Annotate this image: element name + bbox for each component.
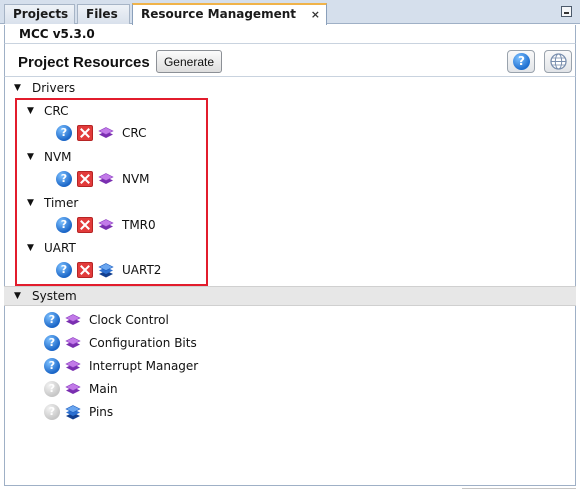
layers-icon: [65, 383, 81, 394]
help-button[interactable]: ?: [507, 50, 535, 73]
blue-layers-icon: [65, 405, 81, 420]
tree-item-label: Clock Control: [89, 313, 169, 327]
tree-item-label: UART2: [122, 263, 162, 277]
layers-icon: [98, 127, 114, 138]
tree-node-label: System: [32, 289, 77, 303]
help-disabled-icon: ?: [44, 404, 60, 420]
tree-item-label: CRC: [122, 126, 147, 140]
tab-projects[interactable]: Projects: [4, 4, 75, 24]
header: Project Resources Generate ?: [4, 44, 576, 76]
divider: [462, 488, 576, 489]
mcc-version: MCC v5.3.0: [4, 25, 576, 44]
tree-node-label: Timer: [44, 196, 79, 210]
tab-files[interactable]: Files: [77, 4, 130, 24]
tab-resource-management[interactable]: Resource Management [MCC] ×: [132, 3, 327, 40]
expand-caret-icon[interactable]: ▼: [27, 238, 37, 258]
expand-caret-icon[interactable]: ▼: [27, 147, 37, 167]
tab-bar: Projects Files Resource Management [MCC]…: [0, 0, 580, 40]
globe-icon: [550, 53, 567, 70]
tree-item-pins[interactable]: ? Pins: [44, 402, 214, 422]
generate-button[interactable]: Generate: [156, 50, 222, 73]
system-section-bar[interactable]: [4, 286, 576, 306]
layers-icon: [65, 337, 81, 348]
remove-icon[interactable]: [77, 262, 93, 278]
expand-caret-icon[interactable]: ▼: [27, 101, 37, 121]
tree-item-clock-control[interactable]: ? Clock Control: [44, 310, 214, 330]
help-disabled-icon: ?: [44, 381, 60, 397]
tree-item-label: Interrupt Manager: [89, 359, 199, 373]
layers-icon: [65, 360, 81, 371]
minimize-window-icon[interactable]: [561, 6, 572, 17]
tree-item-label: NVM: [122, 172, 150, 186]
tree-node-label: UART: [44, 241, 76, 255]
layers-icon: [98, 173, 114, 184]
tree-item-label: Configuration Bits: [89, 336, 197, 350]
remove-icon[interactable]: [77, 171, 93, 187]
tree-item-configuration-bits[interactable]: ? Configuration Bits: [44, 333, 214, 353]
tree-item-label: Pins: [89, 405, 114, 419]
remove-icon[interactable]: [77, 125, 93, 141]
layers-icon: [98, 219, 114, 230]
tree-item-label: Main: [89, 382, 118, 396]
help-icon[interactable]: ?: [56, 262, 72, 278]
help-icon[interactable]: ?: [44, 312, 60, 328]
help-icon: ?: [513, 53, 530, 70]
tree-item-main[interactable]: ? Main: [44, 379, 214, 399]
help-icon[interactable]: ?: [56, 171, 72, 187]
tree-item-label: TMR0: [122, 218, 156, 232]
tree-node-label: Drivers: [32, 81, 76, 95]
help-icon[interactable]: ?: [44, 335, 60, 351]
tree-item-tmr0[interactable]: ? TMR0: [56, 215, 206, 235]
expand-caret-icon[interactable]: ▼: [14, 286, 24, 306]
help-icon[interactable]: ?: [44, 358, 60, 374]
tree-item-interrupt-manager[interactable]: ? Interrupt Manager: [44, 356, 214, 376]
close-icon[interactable]: ×: [311, 5, 320, 24]
web-button[interactable]: [544, 50, 572, 73]
expand-caret-icon[interactable]: ▼: [14, 78, 24, 98]
page-title: Project Resources: [18, 54, 150, 71]
tree-node-label: NVM: [44, 150, 72, 164]
blue-layers-icon: [98, 263, 114, 278]
tree-item-nvm[interactable]: ? NVM: [56, 169, 206, 189]
remove-icon[interactable]: [77, 217, 93, 233]
help-icon[interactable]: ?: [56, 217, 72, 233]
help-icon[interactable]: ?: [56, 125, 72, 141]
layers-icon: [65, 314, 81, 325]
tree-item-uart2[interactable]: ? UART2: [56, 260, 206, 280]
tree-node-label: CRC: [44, 104, 69, 118]
tree-item-crc[interactable]: ? CRC: [56, 123, 206, 143]
expand-caret-icon[interactable]: ▼: [27, 193, 37, 213]
